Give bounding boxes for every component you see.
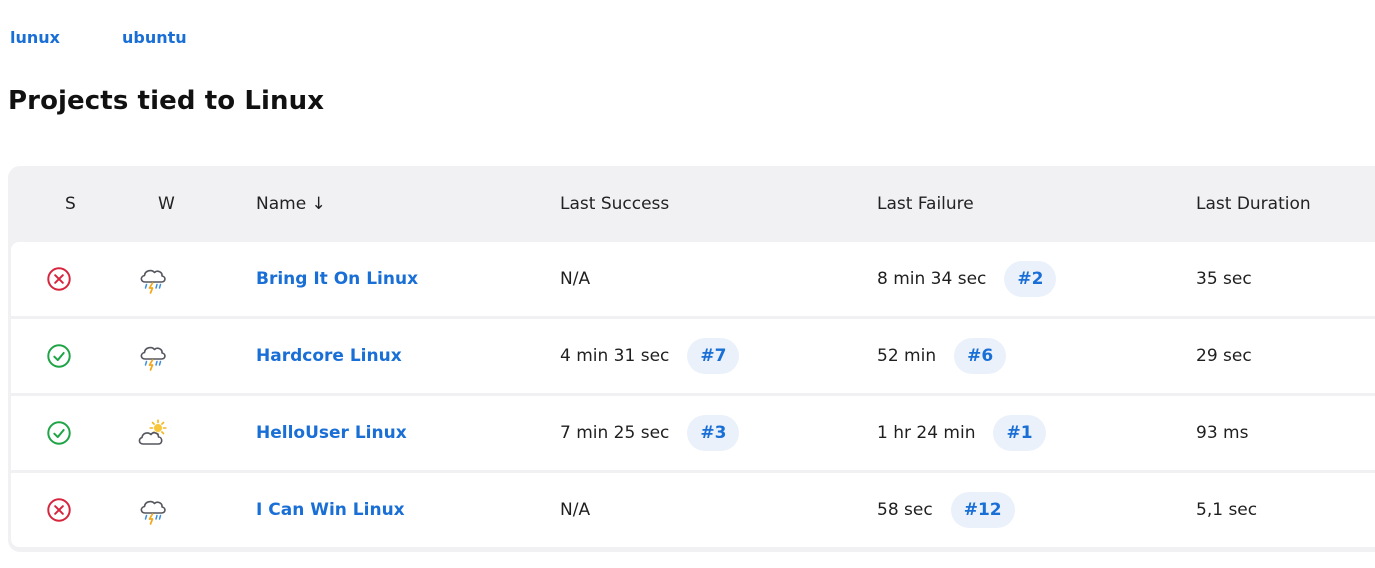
job-name-cell: I Can Win Linux <box>256 473 405 547</box>
job-name-link[interactable]: I Can Win Linux <box>256 500 405 520</box>
last-duration-cell: 5,1 sec <box>1196 473 1257 547</box>
last-success-time: 4 min 31 sec <box>560 346 670 366</box>
last-success-cell: 4 min 31 sec #7 <box>560 319 740 393</box>
last-success-cell: 7 min 25 sec #3 <box>560 396 740 470</box>
last-duration-value: 93 ms <box>1196 423 1249 443</box>
table-row-2: Hardcore Linux 4 min 31 sec #7 52 min #6… <box>11 319 1375 393</box>
last-success-time: 7 min 25 sec <box>560 423 670 443</box>
table-row-4: I Can Win Linux N/A 58 sec #12 5,1 sec <box>11 473 1375 547</box>
last-duration-value: 35 sec <box>1196 269 1252 289</box>
last-success-time: N/A <box>560 269 591 289</box>
label-link-ubuntu[interactable]: ubuntu <box>122 28 187 47</box>
last-success-build-link[interactable]: #7 <box>687 338 740 374</box>
last-failure-time: 8 min 34 sec <box>877 269 987 289</box>
last-failure-build-link[interactable]: #12 <box>950 492 1015 528</box>
success-status-icon[interactable] <box>46 319 72 393</box>
column-header-last-failure[interactable]: Last Failure <box>877 194 974 214</box>
label-bar: lunux ubuntu <box>10 28 187 47</box>
success-status-icon[interactable] <box>46 396 72 470</box>
failed-status-icon[interactable] <box>46 242 72 316</box>
last-failure-build-link[interactable]: #1 <box>993 415 1046 451</box>
job-name-cell: Bring It On Linux <box>256 242 418 316</box>
last-failure-cell: 8 min 34 sec #2 <box>877 242 1057 316</box>
table-header: S W Name ↓ Last Success Last Failure Las… <box>8 166 1375 242</box>
last-failure-build-link[interactable]: #2 <box>1004 261 1057 297</box>
last-duration-value: 29 sec <box>1196 346 1252 366</box>
last-failure-time: 58 sec <box>877 500 933 520</box>
last-failure-cell: 58 sec #12 <box>877 473 1015 547</box>
last-duration-value: 5,1 sec <box>1196 500 1258 520</box>
last-failure-build-link[interactable]: #6 <box>954 338 1007 374</box>
last-duration-cell: 35 sec <box>1196 242 1252 316</box>
last-success-build-link[interactable]: #3 <box>687 415 740 451</box>
column-header-last-duration[interactable]: Last Duration <box>1196 194 1311 214</box>
last-success-time: N/A <box>560 500 591 520</box>
last-failure-time: 52 min <box>877 346 937 366</box>
column-header-name[interactable]: Name ↓ <box>256 194 326 214</box>
last-success-cell: N/A <box>560 242 590 316</box>
failed-status-icon[interactable] <box>46 473 72 547</box>
column-header-last-success[interactable]: Last Success <box>560 194 669 214</box>
thunderstorm-icon[interactable] <box>136 473 170 547</box>
thunderstorm-icon[interactable] <box>136 242 170 316</box>
partly-cloudy-icon[interactable] <box>136 396 170 470</box>
job-name-link[interactable]: HelloUser Linux <box>256 423 407 443</box>
last-failure-cell: 52 min #6 <box>877 319 1007 393</box>
job-name-link[interactable]: Hardcore Linux <box>256 346 402 366</box>
page-title: Projects tied to Linux <box>8 86 325 116</box>
last-duration-cell: 93 ms <box>1196 396 1248 470</box>
table-body: Bring It On Linux N/A 8 min 34 sec #2 35… <box>11 242 1375 547</box>
column-header-weather[interactable]: W <box>158 194 175 214</box>
table-row-1: Bring It On Linux N/A 8 min 34 sec #2 35… <box>11 242 1375 316</box>
job-name-link[interactable]: Bring It On Linux <box>256 269 418 289</box>
job-name-cell: Hardcore Linux <box>256 319 402 393</box>
projects-table: S W Name ↓ Last Success Last Failure Las… <box>8 166 1375 552</box>
last-duration-cell: 29 sec <box>1196 319 1252 393</box>
last-failure-time: 1 hr 24 min <box>877 423 976 443</box>
last-failure-cell: 1 hr 24 min #1 <box>877 396 1046 470</box>
table-row-3: HelloUser Linux 7 min 25 sec #3 1 hr 24 … <box>11 396 1375 470</box>
column-header-status[interactable]: S <box>65 194 76 214</box>
label-link-lunux[interactable]: lunux <box>10 28 60 47</box>
job-name-cell: HelloUser Linux <box>256 396 407 470</box>
thunderstorm-icon[interactable] <box>136 319 170 393</box>
last-success-cell: N/A <box>560 473 590 547</box>
